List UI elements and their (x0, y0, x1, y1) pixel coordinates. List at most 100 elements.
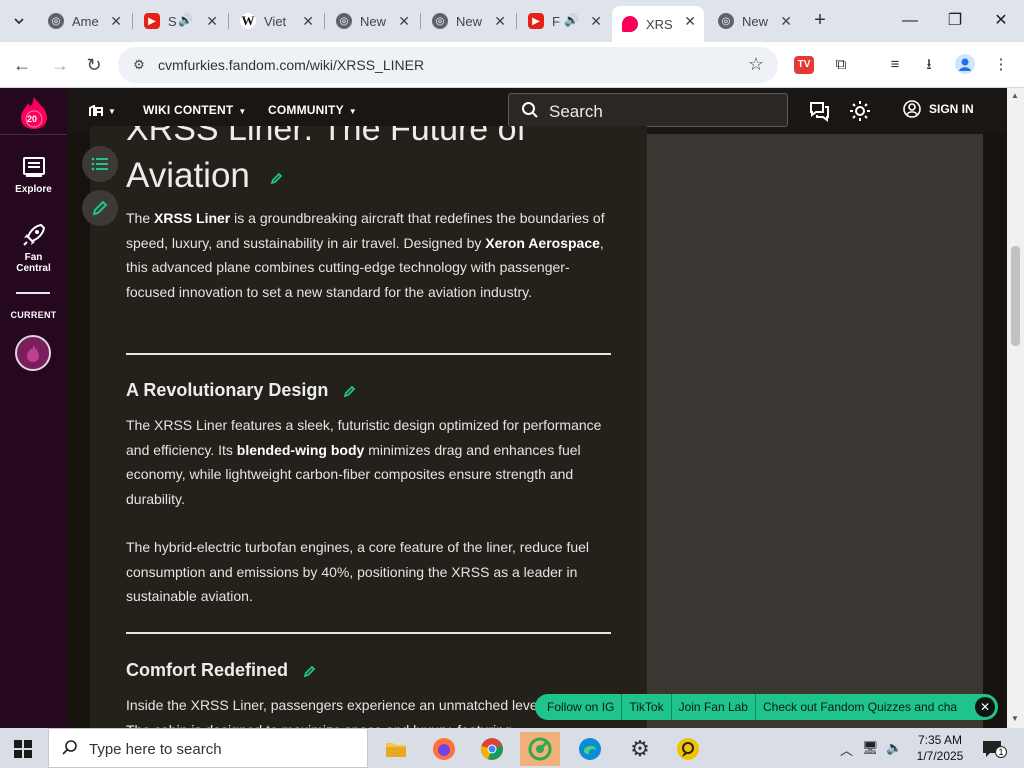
page-title: Aviation (126, 156, 284, 196)
fandom-logo[interactable]: 20 (20, 96, 48, 130)
fan-lab-link[interactable]: Join Fan Lab (672, 694, 756, 720)
active-app-icon[interactable] (520, 732, 560, 766)
chat-app-icon[interactable] (668, 732, 708, 766)
right-rail (647, 134, 983, 728)
tab-5[interactable]: ◎ New ✕ (422, 6, 514, 36)
notification-center-icon[interactable]: 1 (982, 740, 1007, 758)
page-scrollbar[interactable]: ▲ ▼ (1007, 88, 1024, 728)
close-icon[interactable]: ✕ (494, 13, 506, 30)
sign-in-button[interactable]: SIGN IN (903, 100, 974, 118)
back-button[interactable]: ← (10, 53, 34, 77)
address-bar[interactable]: ⚙ cvmfurkies.fandom.com/wiki/XRSS_LINER … (118, 47, 778, 83)
quizzes-link[interactable]: Check out Fandom Quizzes and cha (756, 694, 964, 720)
download-icon[interactable]: ⭳ (918, 54, 940, 76)
media-control-icon[interactable]: ≡ (884, 54, 906, 76)
file-explorer-icon[interactable] (376, 732, 416, 766)
design-paragraph-2: The hybrid-electric turbofan engines, a … (126, 539, 590, 604)
search-input[interactable]: Search (508, 93, 788, 127)
chevron-down-icon (14, 18, 24, 25)
youtube-icon: ▶ (144, 13, 160, 29)
minimize-button[interactable]: — (895, 8, 925, 34)
tab-3[interactable]: W Viet ✕ (230, 6, 322, 36)
tab-label: Viet (264, 13, 287, 29)
scroll-up-arrow[interactable]: ▲ (1011, 91, 1019, 100)
firefox-icon[interactable] (424, 732, 464, 766)
current-wiki-avatar[interactable] (15, 335, 51, 371)
theme-toggle-icon[interactable] (849, 100, 871, 122)
close-icon[interactable]: ✕ (780, 13, 792, 30)
pencil-icon[interactable] (303, 664, 317, 678)
tab-label: New (456, 13, 483, 29)
restore-button[interactable]: ❐ (940, 8, 970, 34)
chrome-icon[interactable] (472, 732, 512, 766)
tab-divider (132, 13, 133, 29)
fan-central-nav-item[interactable]: Fan Central (0, 222, 67, 274)
tiktok-link[interactable]: TikTok (622, 694, 672, 720)
tab-4[interactable]: ◎ New ✕ (326, 6, 418, 36)
page-title-line2: Aviation (126, 156, 250, 195)
social-promo-bar: Follow on IG TikTok Join Fan Lab Check o… (535, 694, 998, 720)
search-placeholder: Search (549, 102, 603, 121)
explore-label: Explore (15, 184, 52, 195)
follow-ig-link[interactable]: Follow on IG (535, 694, 623, 720)
windows-start-icon[interactable] (14, 740, 32, 758)
globe-icon: ◎ (336, 13, 352, 29)
browser-menu-icon[interactable]: ⋮ (990, 54, 1012, 76)
network-icon[interactable]: 🖥 (862, 740, 879, 756)
tab-search-button[interactable] (6, 8, 32, 34)
discussions-icon[interactable] (808, 100, 830, 122)
site-info-icon[interactable]: ⚙ (130, 56, 148, 74)
heading-text: Comfort Redefined (126, 660, 288, 680)
close-window-button[interactable]: ✕ (986, 8, 1016, 34)
community-menu[interactable]: COMMUNITY ▼ (268, 103, 357, 117)
system-clock[interactable]: 7:35 AM 1/7/2025 (912, 732, 968, 764)
reload-button[interactable]: ↻ (82, 53, 106, 77)
taskbar-search-input[interactable]: Type here to search (48, 728, 368, 768)
new-tab-button[interactable]: + (808, 9, 832, 33)
close-icon[interactable]: ✕ (110, 13, 122, 30)
globe-icon: ◎ (718, 13, 734, 29)
tab-label: New (742, 13, 769, 29)
scroll-down-arrow[interactable]: ▼ (1011, 714, 1019, 723)
chevron-up-icon[interactable]: ︿ (840, 740, 853, 759)
tab-1[interactable]: ◎ Ame ✕ (38, 6, 130, 36)
intro-paragraph: The XRSS Liner is a groundbreaking aircr… (126, 206, 616, 304)
article-content: XRSS Liner: The Future of Aviation The X… (90, 126, 647, 728)
search-icon (62, 740, 77, 755)
url-text[interactable]: cvmfurkies.fandom.com/wiki/XRSS_LINER (158, 57, 424, 73)
close-icon[interactable]: ✕ (302, 13, 314, 30)
pencil-icon[interactable] (343, 384, 357, 398)
close-icon[interactable]: ✕ (206, 13, 218, 30)
wiki-logo-menu[interactable]: ▼ (89, 103, 116, 117)
table-of-contents-button[interactable] (82, 146, 118, 182)
forward-button[interactable]: → (48, 53, 72, 77)
edge-icon[interactable] (570, 732, 610, 766)
nav-separator (16, 292, 50, 294)
tab-7-active[interactable]: XRS ✕ (612, 6, 704, 42)
section-divider (126, 632, 611, 634)
text-run: The (126, 210, 155, 226)
wiki-content-menu[interactable]: WIKI CONTENT ▼ (143, 103, 247, 117)
close-icon[interactable]: ✕ (975, 697, 995, 717)
tv-extension-icon[interactable]: TV (794, 56, 814, 74)
settings-gear-icon[interactable]: ⚙ (620, 732, 660, 766)
close-icon[interactable]: ✕ (398, 13, 410, 30)
pencil-icon (92, 200, 108, 216)
profile-avatar-icon[interactable] (954, 54, 976, 76)
tab-6[interactable]: ▶ F 🔊 ✕ (518, 6, 610, 36)
bookmark-star-icon[interactable]: ☆ (748, 54, 764, 75)
close-icon[interactable]: ✕ (590, 13, 602, 30)
tab-divider (516, 13, 517, 29)
tab-divider (228, 13, 229, 29)
pencil-icon[interactable] (270, 171, 284, 185)
volume-muted-icon[interactable]: 🔈 (886, 740, 902, 756)
tab-2[interactable]: ▶ S 🔊 ✕ (134, 6, 226, 36)
explore-nav-item[interactable]: Explore (0, 154, 67, 195)
edit-page-button[interactable] (82, 190, 118, 226)
scrollbar-thumb[interactable] (1011, 246, 1020, 346)
community-label: COMMUNITY (268, 103, 344, 117)
extensions-icon[interactable]: ⧉ (830, 54, 852, 76)
wiki-content-label: WIKI CONTENT (143, 103, 234, 117)
tab-8[interactable]: ◎ New ✕ (708, 6, 800, 36)
close-icon[interactable]: ✕ (684, 13, 696, 30)
